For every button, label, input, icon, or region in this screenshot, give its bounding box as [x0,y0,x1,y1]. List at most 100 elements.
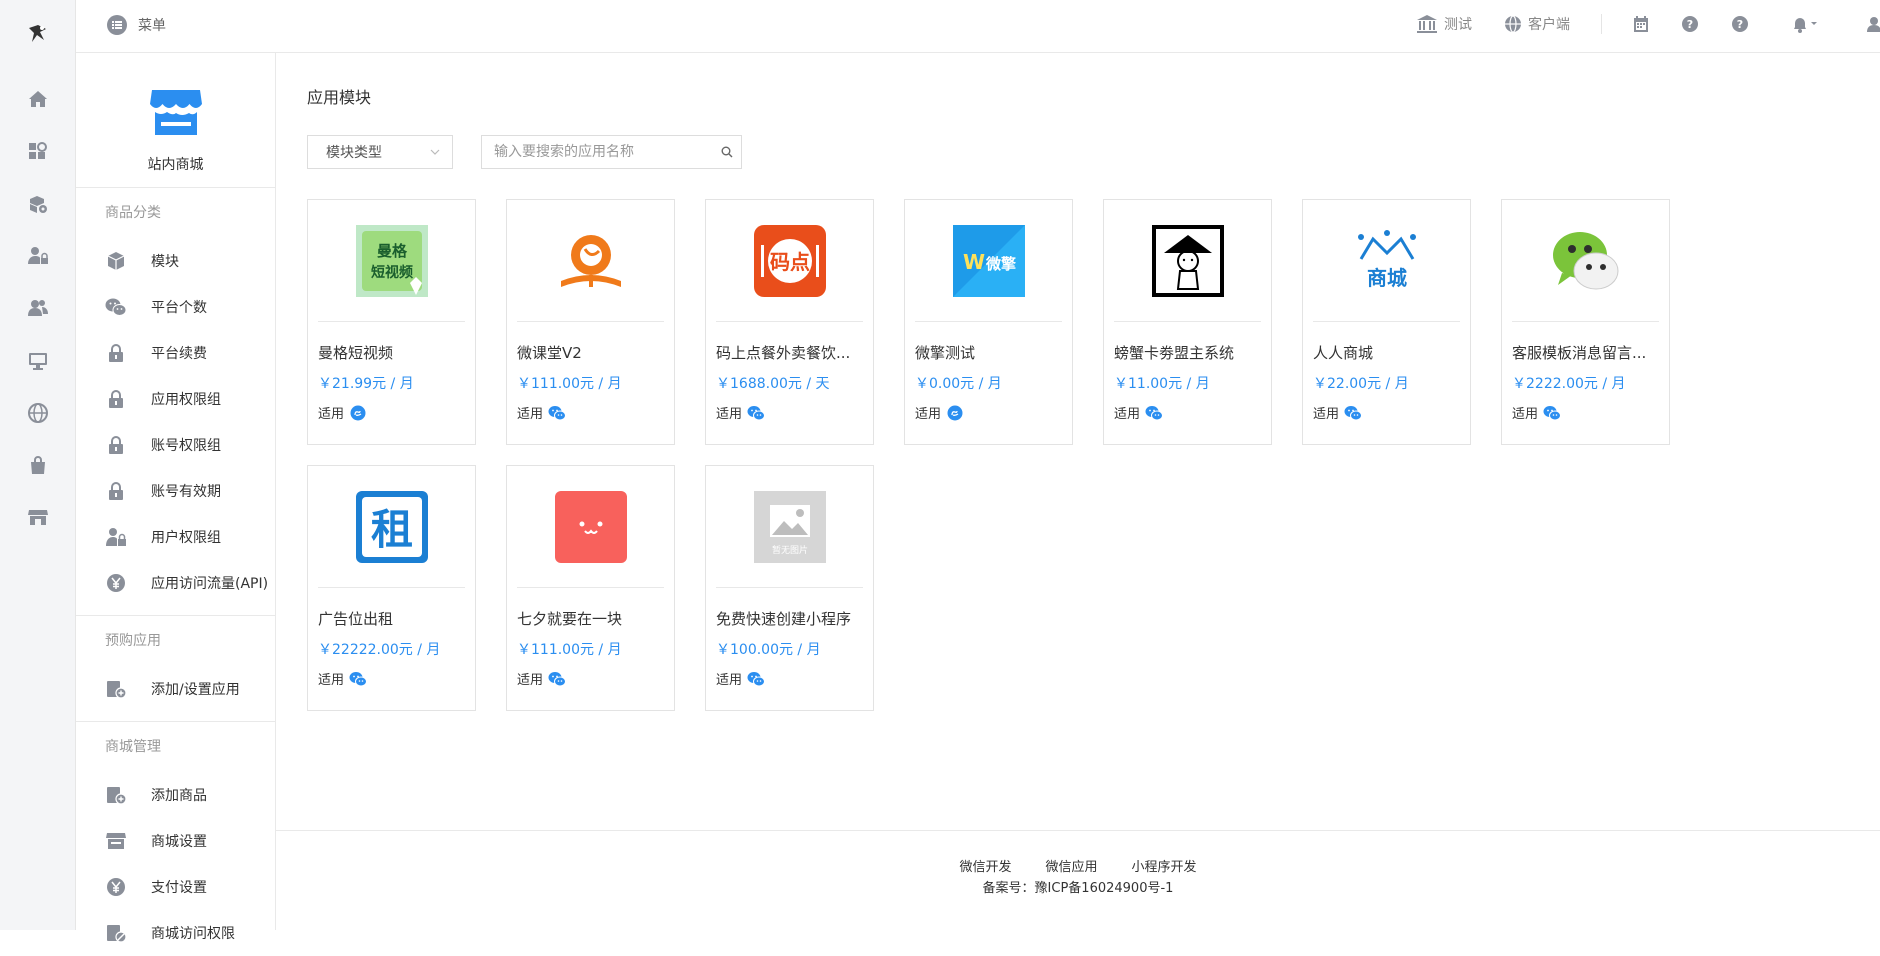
calendar-icon[interactable] [1632,12,1650,36]
topbar-divider [1601,14,1602,34]
user-lock-icon[interactable] [24,242,52,270]
sidebar-item-label: 平台续费 [151,346,207,362]
app-card[interactable]: 曼格 短视频 曼格短视频 ￥21.99元 / 月 适用 [307,199,476,445]
add-app-icon [105,784,127,806]
sidebar-item-app-permission-group[interactable]: 应用权限组 [76,376,275,422]
shop-header[interactable]: 站内商城 [76,53,275,188]
sidebar-item-label: 模块 [151,254,179,270]
card-divider [318,587,465,588]
svg-text:?: ? [1737,18,1743,31]
top-bar: 菜单 测试 客户端 ? ? [76,0,1880,53]
app-price: ￥111.00元 / 月 [517,642,622,658]
svg-text:租: 租 [371,505,413,554]
store-icon [149,86,203,138]
wechat-icon [1145,405,1164,421]
app-price: ￥11.00元 / 月 [1114,376,1210,392]
sidebar-item-module[interactable]: 模块 [76,238,275,284]
wechat-icon [105,296,127,318]
app-grid: 曼格 短视频 曼格短视频 ￥21.99元 / 月 适用 微课堂V2 ￥111.00… [307,199,1880,731]
sidebar-item-add-app[interactable]: 添加/设置应用 [76,666,275,712]
card-divider [1512,321,1659,322]
fit-label: 适用 [1512,407,1539,422]
footer-link-miniprogram-dev[interactable]: 小程序开发 [1132,856,1197,875]
cube-icon [105,250,127,272]
svg-text:短视频: 短视频 [371,264,413,281]
app-card[interactable]: 码点 码上点餐外卖餐饮... ￥1688.00元 / 天 适用 [705,199,874,445]
search-input[interactable] [482,136,713,168]
app-name: 微擎测试 [915,344,976,362]
wechat-icon [747,405,766,421]
globe-icon[interactable] [24,399,52,427]
app-card[interactable]: 微课堂V2 ￥111.00元 / 月 适用 [506,199,675,445]
help-icon[interactable]: ? [1681,12,1699,36]
sidebar-item-store-access[interactable]: 商城访问权限 [76,910,275,956]
app-card[interactable]: W 微擎 微擎测试 ￥0.00元 / 月 适用 [904,199,1073,445]
bank-icon [1416,14,1438,34]
app-card[interactable]: 暂无图片 免费快速创建小程序 ￥100.00元 / 月 适用 [705,465,874,711]
lock-icon [105,342,127,364]
module-settings-icon[interactable] [24,190,52,218]
left-rail [0,0,76,930]
sidebar-item-label: 商城设置 [151,834,207,850]
app-card[interactable]: 商城 人人商城 ￥22.00元 / 月 适用 [1302,199,1471,445]
sidebar-item-label: 平台个数 [151,300,207,316]
apps-icon[interactable] [24,137,52,165]
topbar-item-client[interactable]: 客户端 [1504,12,1570,36]
sidebar-item-payment-settings[interactable]: 支付设置 [76,864,275,910]
app-card[interactable]: 租 广告位出租 ￥22222.00元 / 月 适用 [307,465,476,711]
question-icon[interactable]: ? [1731,12,1749,36]
wechat-icon [548,671,567,687]
footer-links: 微信开发 微信应用 小程序开发 [276,856,1880,875]
sidebar-item-label: 添加/设置应用 [151,682,240,698]
sidebar-item-add-product[interactable]: 添加商品 [76,772,275,818]
logo-icon[interactable] [24,20,52,48]
app-card[interactable]: 螃蟹卡劵盟主系统 ￥11.00元 / 月 适用 [1103,199,1272,445]
svg-text:商城: 商城 [1367,266,1407,290]
user-icon[interactable] [1866,12,1880,36]
monitor-icon[interactable] [24,347,52,375]
bell-icon[interactable] [1791,12,1819,36]
fit-label: 适用 [517,673,544,688]
sidebar-item-account-validity[interactable]: 账号有效期 [76,468,275,514]
users-icon[interactable] [24,294,52,322]
module-type-select[interactable]: 模块类型 [307,135,453,169]
app-platform: 适用 [318,403,367,422]
search-box [481,135,742,169]
sidebar-item-store-settings[interactable]: 商城设置 [76,818,275,864]
no-image-text: 暂无图片 [772,544,808,556]
section-title: 商城管理 [105,739,161,755]
home-icon[interactable] [24,85,52,113]
sidebar-item-user-permission-group[interactable]: 用户权限组 [76,514,275,560]
app-thumbnail: 码点 [754,225,826,297]
app-platform: 适用 [716,403,766,422]
app-card[interactable]: 七夕就要在一块 ￥111.00元 / 月 适用 [506,465,675,711]
card-divider [517,321,664,322]
app-platform: 适用 [1114,403,1164,422]
chevron-down-icon [430,149,440,155]
footer-link-wechat-apps[interactable]: 微信应用 [1045,856,1097,875]
topbar-item-label: 测试 [1444,17,1472,33]
menu-list-icon [106,14,128,36]
app-name: 微课堂V2 [517,344,582,362]
fit-label: 适用 [318,673,345,688]
sidebar-item-label: 商城访问权限 [151,926,235,942]
sidebar-item-label: 应用访问流量(API) [151,576,269,592]
search-icon[interactable] [713,136,741,168]
sidebar-item-platform-renewal[interactable]: 平台续费 [76,330,275,376]
section-title: 商品分类 [105,205,161,221]
app-card[interactable]: 客服模板消息留言... ￥2222.00元 / 月 适用 [1501,199,1670,445]
bag-icon[interactable] [24,451,52,479]
globe-icon [1504,15,1522,33]
menu-toggle-button[interactable]: 菜单 [106,13,166,37]
sidebar-item-account-permission-group[interactable]: 账号权限组 [76,422,275,468]
sidebar-item-platform-count[interactable]: 平台个数 [76,284,275,330]
store-icon[interactable] [24,503,52,531]
app-platform: 适用 [1512,403,1562,422]
topbar-item-test[interactable]: 测试 [1416,12,1472,36]
app-thumbnail: W 微擎 [953,225,1025,297]
sidebar-item-api-traffic[interactable]: 应用访问流量(API) [76,560,275,606]
app-price: ￥22.00元 / 月 [1313,376,1409,392]
miniapp-icon [349,405,367,421]
lock-icon [105,388,127,410]
footer-link-wechat-dev[interactable]: 微信开发 [959,856,1011,875]
